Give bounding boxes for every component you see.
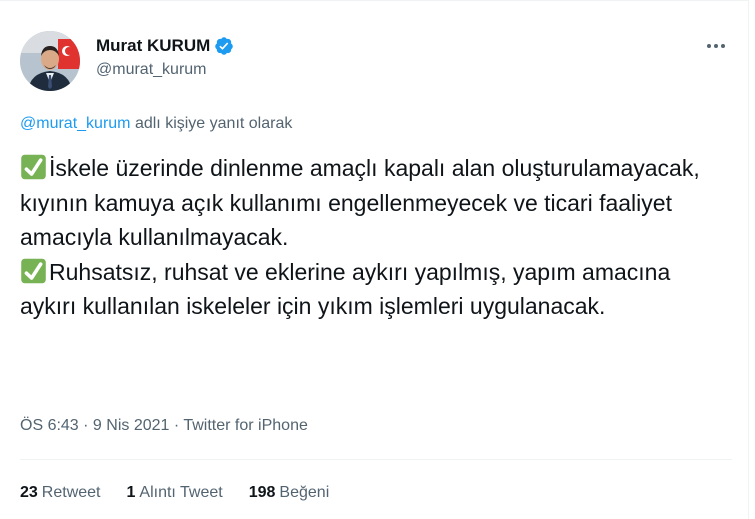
divider xyxy=(20,459,732,460)
likes-link[interactable]: 198 Beğeni xyxy=(249,484,330,502)
tweet-paragraph-text: Ruhsatsız, ruhsat ve eklerine aykırı yap… xyxy=(20,258,671,320)
more-options-icon[interactable] xyxy=(700,35,732,57)
tweet-source-link[interactable]: Twitter for iPhone xyxy=(183,417,308,434)
retweets-link[interactable]: 23 Retweet xyxy=(20,484,101,502)
author-name[interactable]: Murat KURUM xyxy=(96,36,210,56)
tweet-time-link[interactable]: ÖS 6:43 xyxy=(20,417,79,434)
reply-context-suffix: adlı kişiye yanıt olarak xyxy=(130,115,293,132)
tweet-card: Murat KURUM @murat_kurum @murat_kurum ad… xyxy=(0,0,749,519)
avatar[interactable] xyxy=(20,31,80,91)
author-handle[interactable]: @murat_kurum xyxy=(96,61,207,79)
verified-badge-icon xyxy=(214,36,234,56)
likes-count: 198 xyxy=(248,484,276,501)
tweet-paragraph-text: İskele üzerinde dinlenme amaçlı kapalı a… xyxy=(20,155,700,250)
tweet-paragraph: Ruhsatsız, ruhsat ve eklerine aykırı yap… xyxy=(20,255,720,324)
meta-separator: · xyxy=(169,417,184,434)
likes-label: Beğeni xyxy=(279,484,330,501)
check-mark-button-icon xyxy=(21,258,46,283)
tweet-date-link[interactable]: 9 Nis 2021 xyxy=(93,417,170,434)
tweet-meta: ÖS 6:43 · 9 Nis 2021 · Twitter for iPhon… xyxy=(20,417,308,435)
reply-mention-link[interactable]: @murat_kurum xyxy=(20,115,131,132)
tweet-text: İskele üzerinde dinlenme amaçlı kapalı a… xyxy=(20,151,720,324)
retweets-count: 23 xyxy=(20,484,38,501)
reply-context: @murat_kurum adlı kişiye yanıt olarak xyxy=(20,115,292,133)
quote-tweets-link[interactable]: 1 Alıntı Tweet xyxy=(127,484,223,502)
meta-separator: · xyxy=(78,417,93,434)
quotes-label: Alıntı Tweet xyxy=(139,484,223,501)
tweet-stats: 23 Retweet 1 Alıntı Tweet 198 Beğeni xyxy=(20,484,355,502)
retweets-label: Retweet xyxy=(41,484,101,501)
check-mark-button-icon xyxy=(21,154,46,180)
quotes-count: 1 xyxy=(126,484,136,501)
author-name-row[interactable]: Murat KURUM xyxy=(96,35,234,57)
tweet-paragraph: İskele üzerinde dinlenme amaçlı kapalı a… xyxy=(20,151,720,255)
